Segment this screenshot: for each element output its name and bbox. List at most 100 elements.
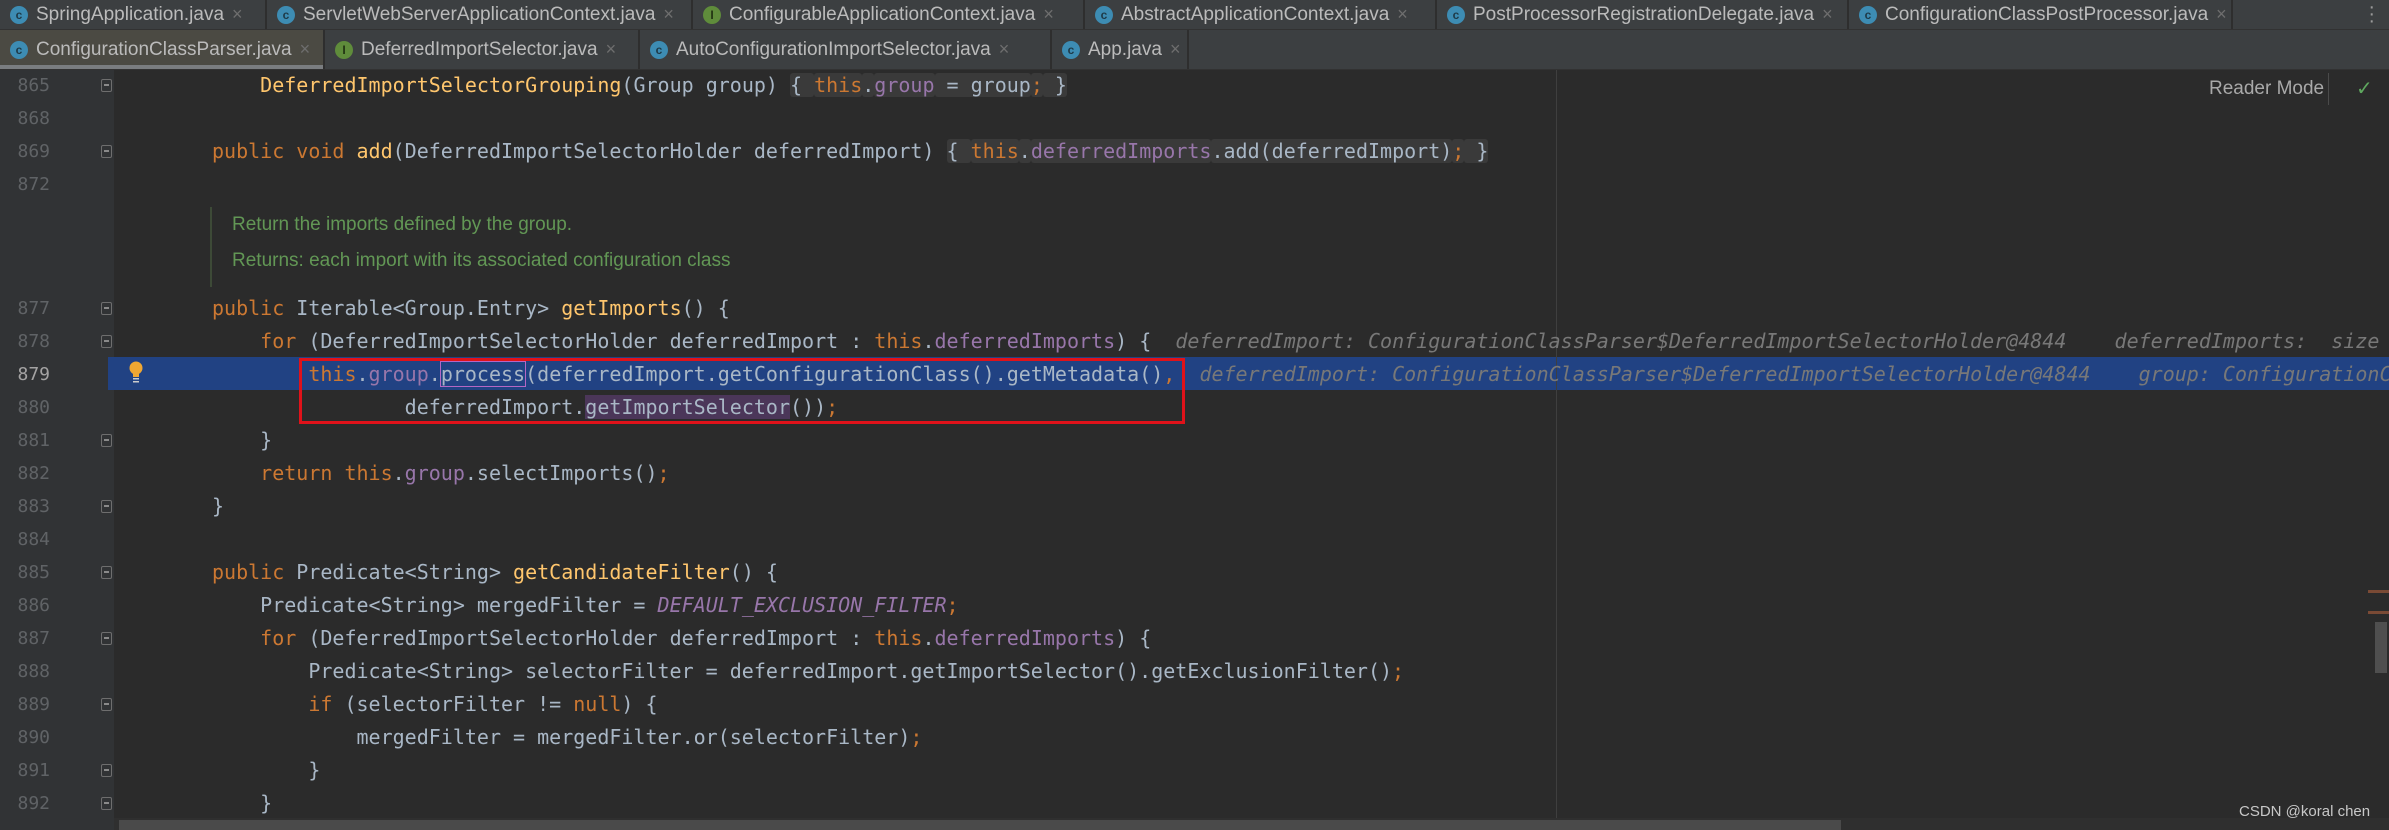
code-token: public xyxy=(212,560,297,584)
tab-abstractapplicationcontext[interactable]: c AbstractApplicationContext.java × xyxy=(1085,0,1437,29)
folded-region[interactable]: = group xyxy=(934,73,1031,97)
fold-toggle-icon[interactable] xyxy=(101,797,112,810)
fold-toggle-icon[interactable] xyxy=(101,632,112,645)
fold-toggle-icon[interactable] xyxy=(101,566,112,579)
code-line[interactable]: } xyxy=(212,754,320,787)
line-number[interactable]: 892 xyxy=(10,787,50,820)
folded-region[interactable]: ; xyxy=(1452,139,1465,163)
vertical-scrollbar-thumb[interactable] xyxy=(2375,622,2387,673)
tab-servletwebserverapplicationcontext[interactable]: c ServletWebServerApplicationContext.java… xyxy=(267,0,693,29)
tab-label: AutoConfigurationImportSelector.java xyxy=(676,38,991,60)
fold-toggle-icon[interactable] xyxy=(101,434,112,447)
lightbulb-icon[interactable] xyxy=(129,361,143,385)
code-line[interactable]: for (DeferredImportSelectorHolder deferr… xyxy=(212,325,2379,358)
line-number[interactable]: 888 xyxy=(10,655,50,688)
code-line[interactable]: } xyxy=(212,424,272,457)
tab-configurationclassparser[interactable]: c ConfigurationClassParser.java × xyxy=(0,30,325,69)
tab-autoconfigurationimportselector[interactable]: c AutoConfigurationImportSelector.java × xyxy=(640,30,1052,69)
folded-region[interactable]: . xyxy=(862,73,875,97)
reader-mode-button[interactable]: Reader Mode xyxy=(2209,78,2324,100)
code-line[interactable]: } xyxy=(212,787,272,820)
fold-toggle-icon[interactable] xyxy=(101,79,112,92)
close-tab-icon[interactable]: × xyxy=(1043,4,1054,25)
line-number[interactable]: 886 xyxy=(10,589,50,622)
tab-configurableapplicationcontext[interactable]: I ConfigurableApplicationContext.java × xyxy=(693,0,1085,29)
code-line[interactable]: public Predicate<String> getCandidateFil… xyxy=(212,556,778,589)
line-number[interactable]: 884 xyxy=(10,523,50,556)
horizontal-scrollbar-thumb[interactable] xyxy=(119,820,1841,830)
close-tab-icon[interactable]: × xyxy=(300,39,311,60)
folded-region[interactable]: this xyxy=(970,139,1019,163)
line-number[interactable]: 885 xyxy=(10,556,50,589)
close-tab-icon[interactable]: × xyxy=(232,4,243,25)
close-tab-icon[interactable]: × xyxy=(2216,4,2227,25)
line-number[interactable]: 882 xyxy=(10,457,50,490)
tab-app[interactable]: c App.java × xyxy=(1052,30,1189,69)
code-line[interactable]: public Iterable<Group.Entry> getImports(… xyxy=(212,292,730,325)
line-number[interactable]: 872 xyxy=(10,168,50,201)
code-line[interactable]: if (selectorFilter != null) { xyxy=(212,688,657,721)
fold-toggle-icon[interactable] xyxy=(101,698,112,711)
error-stripe-marker[interactable] xyxy=(2368,611,2389,614)
fold-toggle-icon[interactable] xyxy=(101,145,112,158)
code-line[interactable]: } xyxy=(212,490,224,523)
folded-region[interactable]: ; xyxy=(1030,73,1043,97)
folded-region[interactable]: group xyxy=(874,73,935,97)
line-number[interactable]: 880 xyxy=(10,391,50,424)
line-number[interactable]: 887 xyxy=(10,622,50,655)
fold-toggle-icon[interactable] xyxy=(101,764,112,777)
line-number[interactable]: 890 xyxy=(10,721,50,754)
code-token: ; xyxy=(1392,659,1405,683)
editor-tabs-row-1: c SpringApplication.java × c ServletWebServe… xyxy=(0,0,2389,31)
code-line[interactable]: Predicate<String> mergedFilter = DEFAULT… xyxy=(212,589,958,622)
fold-toggle-icon[interactable] xyxy=(101,500,112,513)
close-tab-icon[interactable]: × xyxy=(663,4,674,25)
tab-springapplication[interactable]: c SpringApplication.java × xyxy=(0,0,267,29)
line-number[interactable]: 869 xyxy=(10,135,50,168)
close-tab-icon[interactable]: × xyxy=(1397,4,1408,25)
error-stripe-marker[interactable] xyxy=(2368,590,2389,593)
fold-toggle-icon[interactable] xyxy=(101,335,112,348)
folded-region[interactable]: . xyxy=(1018,139,1031,163)
more-tabs-icon[interactable]: · · · xyxy=(2368,0,2375,31)
code-line[interactable]: Predicate<String> selectorFilter = defer… xyxy=(212,655,1404,688)
line-number[interactable]: 878 xyxy=(10,325,50,358)
close-tab-icon[interactable]: × xyxy=(1170,39,1181,60)
close-tab-icon[interactable]: × xyxy=(999,39,1010,60)
editor-gutter[interactable]: 865 868 869 872 877 878 879 880 881 882 883 884 885 8… xyxy=(0,70,114,830)
line-number[interactable]: 889 xyxy=(10,688,50,721)
horizontal-scrollbar[interactable] xyxy=(114,818,2389,830)
folded-region[interactable]: this xyxy=(814,73,863,97)
folded-region[interactable]: } xyxy=(1464,139,1489,163)
line-number[interactable]: 868 xyxy=(10,102,50,135)
code-token: (DeferredImportSelectorHolder deferredIm… xyxy=(308,626,875,650)
fold-toggle-icon[interactable] xyxy=(101,302,112,315)
folded-region[interactable]: { xyxy=(789,73,815,97)
line-number[interactable]: 865 xyxy=(10,69,50,102)
code-line[interactable]: for (DeferredImportSelectorHolder deferr… xyxy=(212,622,1151,655)
folded-region[interactable]: { xyxy=(946,139,971,163)
line-number[interactable]: 883 xyxy=(10,490,50,523)
close-tab-icon[interactable]: × xyxy=(606,39,617,60)
line-number[interactable]: 879 xyxy=(10,358,50,391)
code-token: return this xyxy=(260,461,393,485)
line-number[interactable]: 891 xyxy=(10,754,50,787)
close-tab-icon[interactable]: × xyxy=(1822,4,1833,25)
code-line[interactable]: mergedFilter = mergedFilter.or(selectorF… xyxy=(212,721,922,754)
tab-configurationclasspostprocessor[interactable]: c ConfigurationClassPostProcessor.java × xyxy=(1849,0,2233,29)
watermark: CSDN @koral chen xyxy=(2239,803,2371,820)
folded-region[interactable]: .add(deferredImport) xyxy=(1211,139,1453,163)
code-line[interactable]: return this.group.selectImports(); xyxy=(212,457,669,490)
inspection-ok-icon[interactable]: ✓ xyxy=(2356,76,2373,101)
code-token: add xyxy=(356,139,393,163)
folded-region[interactable]: } xyxy=(1042,73,1067,97)
code-line[interactable]: DeferredImportSelectorGrouping(Group gro… xyxy=(212,69,1067,102)
tab-postprocessorregistrationdelegate[interactable]: c PostProcessorRegistrationDelegate.java × xyxy=(1437,0,1849,29)
line-number[interactable]: 877 xyxy=(10,292,50,325)
folded-region[interactable]: deferredImports xyxy=(1030,139,1212,163)
code-line[interactable]: public void add(DeferredImportSelectorHo… xyxy=(212,135,1489,168)
tab-deferredimportselector[interactable]: I DeferredImportSelector.java × xyxy=(325,30,640,69)
java-class-icon: c xyxy=(650,40,668,59)
line-number[interactable]: 881 xyxy=(10,424,50,457)
